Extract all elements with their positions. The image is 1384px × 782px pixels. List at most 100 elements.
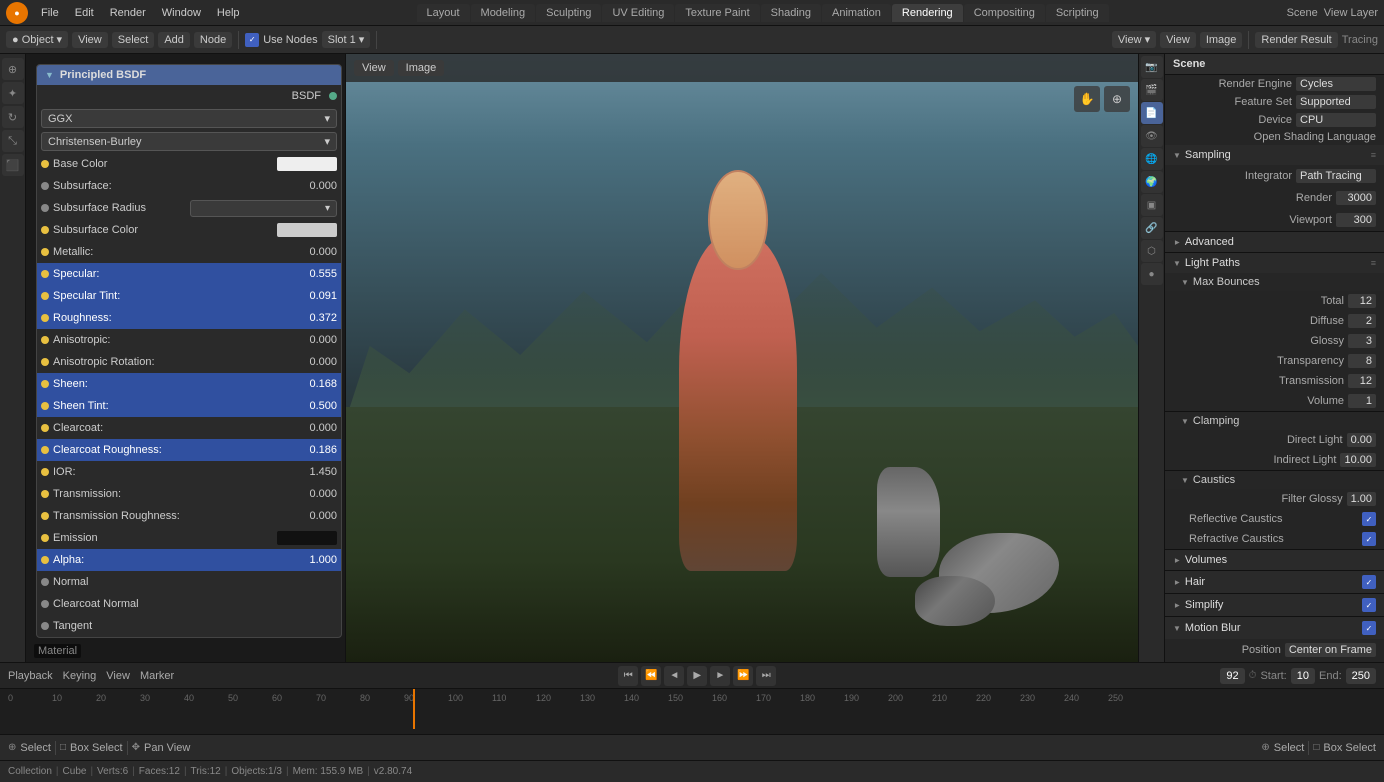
rpi-camera[interactable]: 📷 [1141, 56, 1163, 78]
rpi-material[interactable]: ● [1141, 263, 1163, 285]
playback-menu[interactable]: Playback [8, 670, 53, 682]
roughness-value[interactable]: 0.372 [297, 312, 337, 324]
tb-view[interactable]: View [72, 32, 108, 48]
viewport-3d[interactable]: View Image ✋ ⊕ [346, 54, 1138, 662]
menu-render[interactable]: Render [103, 5, 153, 21]
motion-blur-header[interactable]: ▼ Motion Blur ✓ [1165, 617, 1384, 639]
tab-animation[interactable]: Animation [822, 4, 891, 22]
feature-set-value[interactable]: Supported [1296, 95, 1376, 109]
reflective-caustics-checkbox[interactable]: ✓ [1362, 512, 1376, 526]
tb-object[interactable]: ● Object ▾ [6, 31, 68, 48]
rpi-constraints[interactable]: 🔗 [1141, 217, 1163, 239]
direct-light-value[interactable]: 0.00 [1347, 433, 1376, 447]
bounces-total-value[interactable]: 12 [1348, 294, 1376, 308]
viewport-orbit-tool[interactable]: ⊕ [1104, 86, 1130, 112]
sampling-header[interactable]: ▼ Sampling ≡ [1165, 145, 1384, 165]
tb-render-result[interactable]: Render Result [1255, 32, 1337, 48]
position-value[interactable]: Center on Frame [1285, 643, 1376, 657]
use-nodes-checkbox[interactable]: ✓ [245, 33, 259, 47]
alpha-value[interactable]: 1.000 [297, 554, 337, 566]
bounces-glossy-value[interactable]: 3 [1348, 334, 1376, 348]
bt-select-1[interactable]: Select [20, 742, 51, 754]
rpi-world[interactable]: 🌍 [1141, 171, 1163, 193]
tl-prev-keyframe[interactable]: ◄ [664, 666, 684, 686]
transmission-value[interactable]: 0.000 [297, 488, 337, 500]
tb-select[interactable]: Select [112, 32, 155, 48]
tb-node[interactable]: Node [194, 32, 232, 48]
start-frame[interactable]: 10 [1291, 668, 1315, 684]
left-icon-transform[interactable]: ⬛ [2, 154, 24, 176]
metallic-value[interactable]: 0.000 [297, 246, 337, 258]
end-frame[interactable]: 250 [1346, 668, 1376, 684]
left-icon-rotate[interactable]: ↻ [2, 106, 24, 128]
tl-next-keyframe[interactable]: ► [710, 666, 730, 686]
bounces-diffuse-value[interactable]: 2 [1348, 314, 1376, 328]
tl-play[interactable]: ▶ [687, 666, 707, 686]
bounces-transmission-value[interactable]: 12 [1348, 374, 1376, 388]
rpi-scene[interactable]: 🌐 [1141, 148, 1163, 170]
tab-layout[interactable]: Layout [417, 4, 470, 22]
bounces-transparency-value[interactable]: 8 [1348, 354, 1376, 368]
tb-view2[interactable]: View ▾ [1112, 31, 1156, 48]
rpi-object[interactable]: ▣ [1141, 194, 1163, 216]
playhead[interactable] [413, 689, 415, 729]
hair-checkbox[interactable]: ✓ [1362, 575, 1376, 589]
filter-glossy-value[interactable]: 1.00 [1347, 492, 1376, 506]
bt-box-select-1[interactable]: Box Select [70, 742, 123, 754]
hair-header[interactable]: ▼ Hair ✓ [1165, 571, 1384, 593]
sheen-value[interactable]: 0.168 [297, 378, 337, 390]
tab-rendering[interactable]: Rendering [892, 4, 963, 22]
tl-prev-frame[interactable]: ⏪ [641, 666, 661, 686]
rpi-view[interactable]: 👁 [1141, 125, 1163, 147]
rpi-render[interactable]: 🎬 [1141, 79, 1163, 101]
tab-modeling[interactable]: Modeling [471, 4, 536, 22]
simplify-checkbox[interactable]: ✓ [1362, 598, 1376, 612]
refractive-caustics-checkbox[interactable]: ✓ [1362, 532, 1376, 546]
subsurface-method-dropdown[interactable]: Christensen-Burley▾ [41, 132, 337, 151]
menu-window[interactable]: Window [155, 5, 208, 21]
volumes-header[interactable]: ▼ Volumes [1165, 550, 1384, 570]
specular-value[interactable]: 0.555 [297, 268, 337, 280]
base-color-swatch[interactable] [277, 157, 337, 171]
transmission-roughness-value[interactable]: 0.000 [297, 510, 337, 522]
rpi-output[interactable]: 📄 [1141, 102, 1163, 124]
bounces-volume-value[interactable]: 1 [1348, 394, 1376, 408]
indirect-light-value[interactable]: 10.00 [1340, 453, 1376, 467]
left-icon-cursor[interactable]: ⊕ [2, 58, 24, 80]
simplify-header[interactable]: ▼ Simplify ✓ [1165, 594, 1384, 616]
bt-box-select-2[interactable]: Box Select [1323, 742, 1376, 754]
ior-value[interactable]: 1.450 [297, 466, 337, 478]
current-frame-display[interactable]: 92 [1220, 668, 1244, 684]
advanced-header[interactable]: ▼ Advanced [1165, 232, 1384, 252]
anisotropic-value[interactable]: 0.000 [297, 334, 337, 346]
node-canvas[interactable]: ▼ Principled BSDF BSDF GGX▾ C [26, 54, 345, 662]
menu-help[interactable]: Help [210, 5, 247, 21]
tl-jump-start[interactable]: ⏮ [618, 666, 638, 686]
render-samples-value[interactable]: 3000 [1336, 191, 1376, 205]
timeline-ruler[interactable]: 0 10 20 30 40 50 60 70 80 90 100 110 120… [0, 689, 1384, 734]
bt-pan-view[interactable]: Pan View [144, 742, 190, 754]
viewport-hand-tool[interactable]: ✋ [1074, 86, 1100, 112]
tab-texture-paint[interactable]: Texture Paint [675, 4, 759, 22]
sheen-tint-value[interactable]: 0.500 [297, 400, 337, 412]
integrator-value[interactable]: Path Tracing [1296, 169, 1376, 183]
tab-sculpting[interactable]: Sculpting [536, 4, 601, 22]
subsurface-value[interactable]: 0.000 [297, 180, 337, 192]
anisotropic-rotation-value[interactable]: 0.000 [297, 356, 337, 368]
tab-shading[interactable]: Shading [761, 4, 821, 22]
vp-image-menu[interactable]: Image [398, 60, 445, 76]
clamping-header[interactable]: ▼ Clamping [1165, 412, 1384, 430]
tl-jump-end[interactable]: ⏭ [756, 666, 776, 686]
light-paths-header[interactable]: ▼ Light Paths ≡ [1165, 253, 1384, 273]
rpi-data[interactable]: ⬡ [1141, 240, 1163, 262]
timeline-view-menu[interactable]: View [106, 670, 130, 682]
left-icon-scale[interactable]: ⤡ [2, 130, 24, 152]
subsurface-color-swatch[interactable] [277, 223, 337, 237]
shader-dropdown[interactable]: GGX▾ [41, 109, 337, 128]
vp-view-menu[interactable]: View [354, 60, 394, 76]
tb-view3[interactable]: View [1160, 32, 1196, 48]
motion-blur-checkbox[interactable]: ✓ [1362, 621, 1376, 635]
specular-tint-value[interactable]: 0.091 [297, 290, 337, 302]
menu-edit[interactable]: Edit [68, 5, 101, 21]
subsurface-radius-dropdown[interactable]: ▾ [190, 200, 337, 217]
